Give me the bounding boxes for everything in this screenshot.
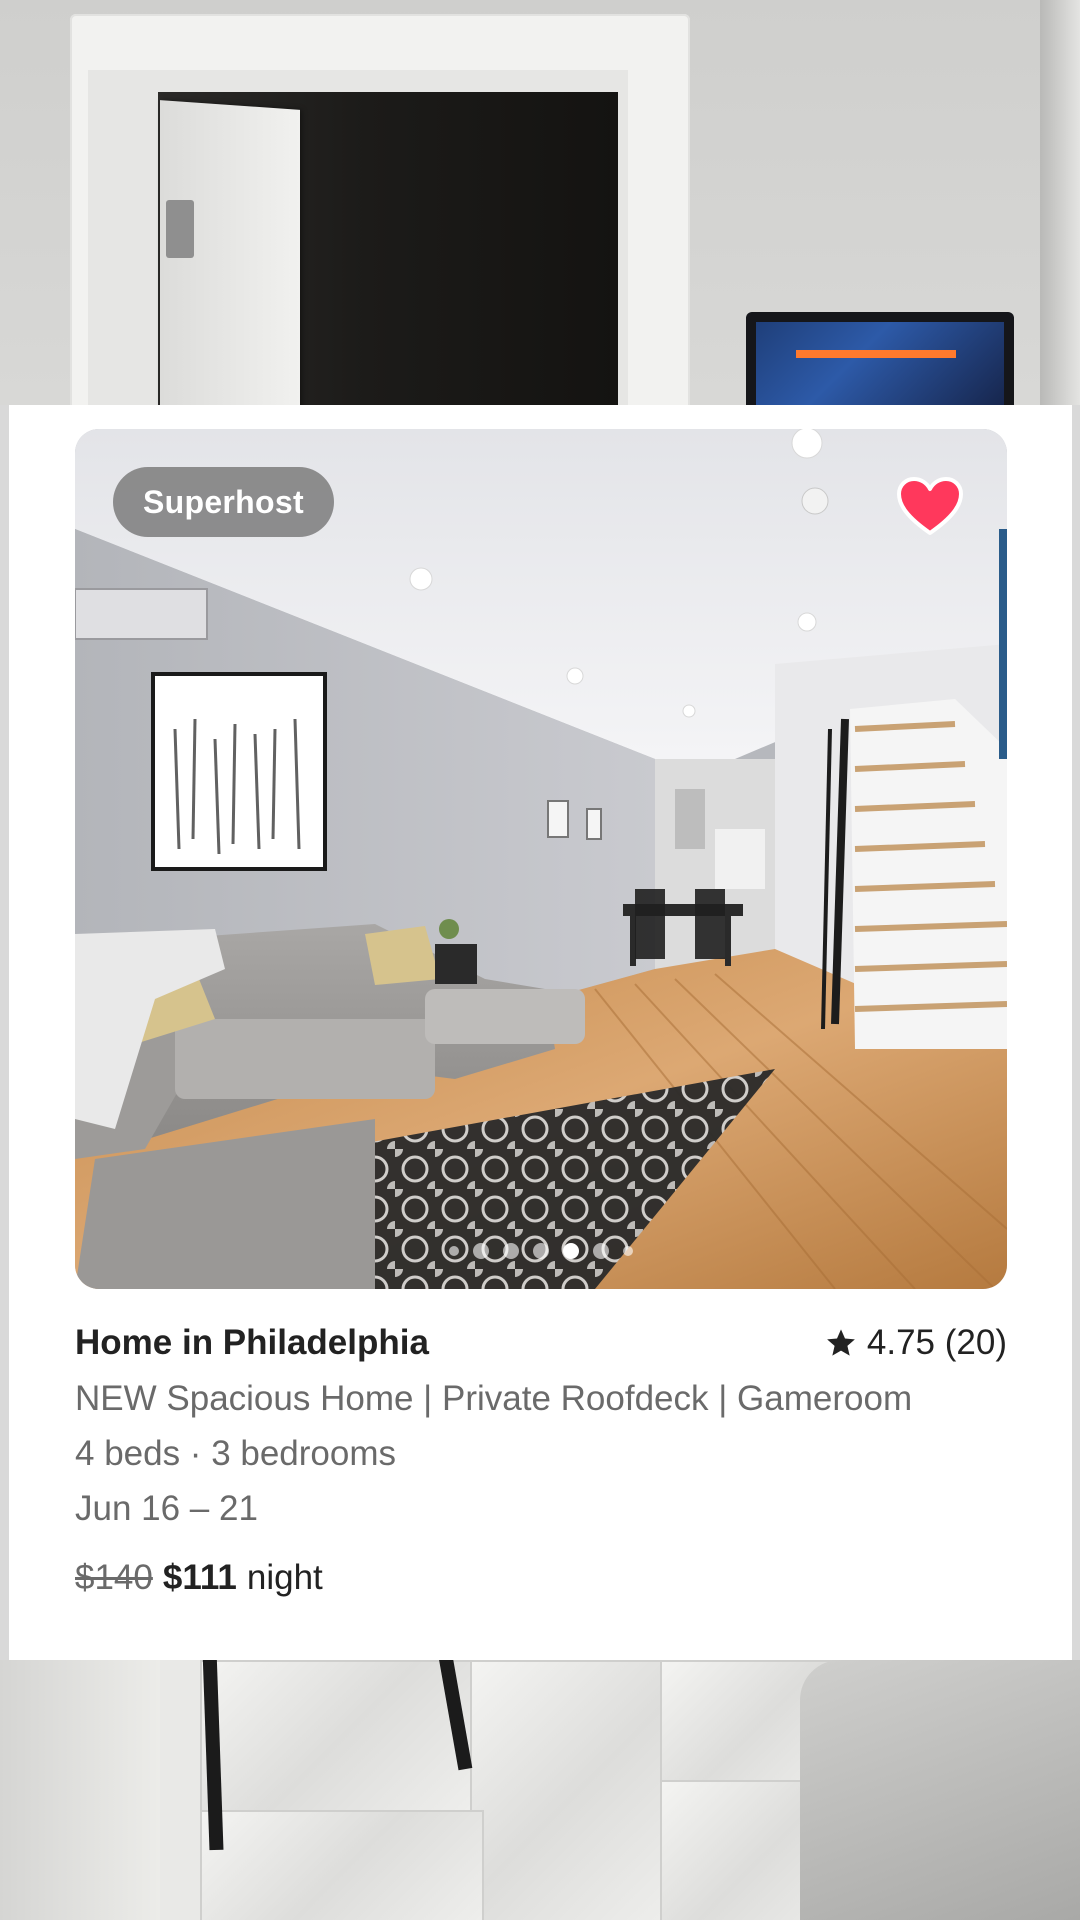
listing-title: Home in Philadelphia [75,1323,429,1362]
sofa [800,1660,1080,1920]
door-hinge [166,200,194,258]
floor-tile [200,1810,484,1920]
background-photo-top [0,0,1080,405]
photo-pagination [75,1243,1007,1259]
original-price: $140 [75,1558,153,1597]
rating-value: 4.75 (20) [866,1323,1007,1362]
superhost-badge: Superhost [113,467,334,537]
background-photo-bottom [0,1660,1080,1920]
pagination-dot[interactable] [593,1243,609,1259]
pagination-dot[interactable] [503,1243,519,1259]
listing-photo[interactable]: Superhost [75,429,1007,1289]
listing-description: NEW Spacious Home | Private Roofdeck | G… [75,1379,913,1418]
title-row: Home in Philadelphia 4.75 (20) [75,1315,1007,1371]
listing-card[interactable]: Superhost Home in Philadelphia 4.75 (20)… [9,405,1072,1660]
wall [1040,0,1080,405]
listing-info[interactable]: Home in Philadelphia 4.75 (20) NEW Spaci… [75,1315,1007,1606]
pagination-dot[interactable] [623,1246,633,1256]
pagination-dot[interactable] [449,1246,459,1256]
pagination-dot[interactable] [533,1243,549,1259]
star-icon [827,1329,855,1356]
listing-dates: Jun 16 – 21 [75,1489,258,1528]
price-row: $140 $111 night [75,1550,1007,1606]
price-unit: night [246,1558,323,1597]
living-room-image [75,429,1007,1289]
floor-tile [200,1660,484,1814]
screen: Superhost Home in Philadelphia 4.75 (20)… [0,0,1080,1920]
wall [0,1660,160,1920]
listing-beds: 4 beds · 3 bedrooms [75,1434,397,1473]
discounted-price: $111 [162,1558,237,1597]
pagination-dot[interactable] [473,1243,489,1259]
heart-icon [897,477,963,535]
favorite-button[interactable] [897,477,963,537]
rating: 4.75 (20) [825,1323,1007,1363]
tv-screen [756,322,1004,405]
floor-tile [470,1660,684,1920]
television [746,312,1014,405]
pagination-dot-active[interactable] [563,1243,579,1259]
